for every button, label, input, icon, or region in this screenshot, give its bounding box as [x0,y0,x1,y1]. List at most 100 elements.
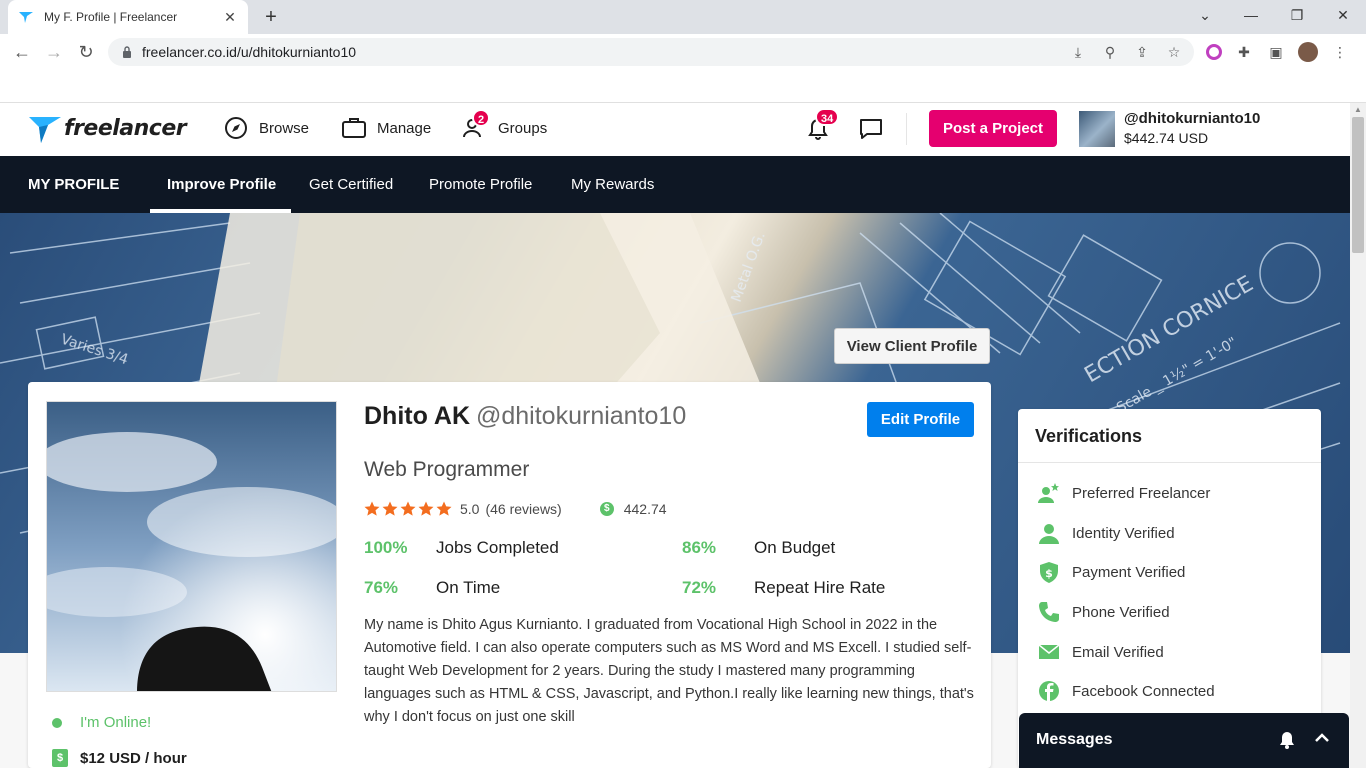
tab-search-chevron-icon[interactable]: ⌄ [1182,0,1228,30]
verification-label: Preferred Freelancer [1072,484,1211,502]
chevron-up-icon[interactable] [1313,729,1331,747]
freelancer-logo[interactable]: freelancer [28,111,187,145]
stat-on-time: 76% On Time [364,578,500,598]
nav-browse[interactable]: Browse [223,115,309,141]
profile-bio: My name is Dhito Agus Kurnianto. I gradu… [364,617,974,725]
header-username[interactable]: @dhitokurnianto10 [1124,110,1260,127]
new-tab-icon[interactable]: + [260,6,282,28]
messages-bell-icon[interactable] [1279,731,1295,749]
subnav-my-rewards[interactable]: My Rewards [571,156,654,213]
side-panel-icon[interactable]: ▣ [1266,42,1286,62]
stat-label: Jobs Completed [436,538,559,557]
install-icon[interactable]: ⤓ [1068,44,1088,61]
stat-pct: 86% [682,538,717,557]
messages-button[interactable] [858,117,884,141]
tab-close-icon[interactable]: ✕ [222,9,238,26]
window-controls: ⌄ — ❐ ✕ [1182,0,1366,30]
users-icon-wrap: 2 [462,109,491,141]
messages-drawer[interactable]: Messages [1019,713,1349,768]
earnings-value: 442.74 [623,501,667,517]
star-rating [364,501,452,517]
restore-icon[interactable]: ❐ [1274,0,1320,30]
scrollbar-thumb[interactable] [1352,117,1364,253]
messages-label: Messages [1036,731,1113,748]
svg-text:Metal O.G.: Metal O.G. [729,230,769,304]
url-text: freelancer.co.id/u/dhitokurnianto10 [142,44,357,60]
review-count[interactable]: (46 reviews) [485,501,561,517]
verification-payment: $ Payment Verified [1038,561,1185,583]
stat-label: On Time [436,578,501,597]
verification-phone: Phone Verified [1038,601,1170,623]
star-icon [436,501,452,516]
subnav-get-certified[interactable]: Get Certified [309,156,393,213]
post-project-button[interactable]: Post a Project [929,110,1057,147]
profile-tagline: Web Programmer [364,458,530,481]
freelancer-bird-icon [29,117,61,143]
minimize-icon[interactable]: — [1228,0,1274,30]
lock-icon [123,46,131,58]
nav-manage[interactable]: Manage [341,115,431,141]
subnav-improve-profile[interactable]: Improve Profile [167,156,276,213]
stat-repeat-hire-rate: 72% Repeat Hire Rate [682,578,885,598]
star-icon [400,501,416,516]
star-icon [418,501,434,516]
scroll-up-icon[interactable]: ▲ [1354,105,1362,114]
notifications-button[interactable]: 34 [806,108,840,141]
verification-label: Payment Verified [1072,563,1186,581]
browser-menu-icon[interactable]: ⋮ [1330,42,1350,62]
nav-groups-label: Groups [498,119,548,137]
tab-title: My F. Profile | Freelancer [44,10,178,24]
compass-icon [225,117,247,139]
header-divider [906,113,907,145]
profile-photo[interactable] [46,401,337,692]
online-text: I'm Online! [80,714,152,731]
verifications-divider [1018,462,1321,463]
rating-row: 5.0 (46 reviews) $ 442.74 [364,501,667,517]
notifications-badge: 34 [815,108,840,126]
edit-profile-button[interactable]: Edit Profile [867,402,974,437]
logo-wordmark: freelancer [64,115,187,141]
browser-tabbar: My F. Profile | Freelancer ✕ + ⌄ — ❐ ✕ [0,0,1366,34]
nav-manage-label: Manage [377,119,432,137]
verification-label: Identity Verified [1072,524,1175,542]
page-scrollbar[interactable]: ▲ [1350,103,1366,768]
forward-icon[interactable]: → [38,42,70,63]
reload-icon[interactable]: ↻ [70,42,102,63]
profile-name-row: Dhito AK @dhitokurnianto10 [364,402,686,431]
star-icon [382,501,398,516]
dollar-coin-icon: $ [599,502,614,516]
subnav-my-profile[interactable]: MY PROFILE [28,156,119,213]
verification-identity: Identity Verified [1038,522,1175,544]
browser-toolbar: ← → ↻ freelancer.co.id/u/dhitokurnianto1… [0,34,1366,70]
profile-avatar-icon[interactable] [1298,42,1318,62]
bookmark-star-icon[interactable]: ☆ [1164,44,1184,61]
online-dot-icon [52,717,62,728]
online-status: I'm Online! [52,714,151,731]
price-tag-icon: $ [52,749,68,767]
email-icon [1038,644,1060,659]
stat-pct: 100% [364,538,408,557]
nav-groups[interactable]: 2 Groups [462,109,548,141]
chat-icon [860,119,882,139]
share-icon[interactable]: ⇪ [1132,44,1152,61]
user-avatar[interactable] [1079,111,1115,147]
address-bar[interactable]: freelancer.co.id/u/dhitokurnianto10 ⤓ ⚲ … [108,38,1194,66]
verification-facebook: Facebook Connected [1038,680,1215,702]
site-header: freelancer Browse Manage 2 Groups 34 Pos… [0,103,1350,156]
back-icon[interactable]: ← [6,42,38,63]
subnav-promote-profile[interactable]: Promote Profile [429,156,532,213]
extensions-puzzle-icon[interactable]: ✚ [1234,42,1254,62]
preferred-freelancer-icon [1038,483,1059,503]
window-close-icon[interactable]: ✕ [1320,0,1366,30]
browser-tab[interactable]: My F. Profile | Freelancer ✕ [8,0,248,34]
view-client-profile-button[interactable]: View Client Profile [834,328,990,364]
verification-label: Facebook Connected [1072,682,1215,700]
hourly-rate-text: $12 USD / hour [80,749,187,767]
svg-text:$: $ [1045,567,1053,580]
verification-email: Email Verified [1038,641,1164,663]
color-extension-icon[interactable] [1206,44,1222,60]
stat-on-budget: 86% On Budget [682,538,835,558]
profile-card: I'm Online! $ $12 USD / hour Dhito AK @d… [28,382,991,768]
zoom-icon[interactable]: ⚲ [1100,44,1120,61]
stat-pct: 76% [364,578,399,597]
